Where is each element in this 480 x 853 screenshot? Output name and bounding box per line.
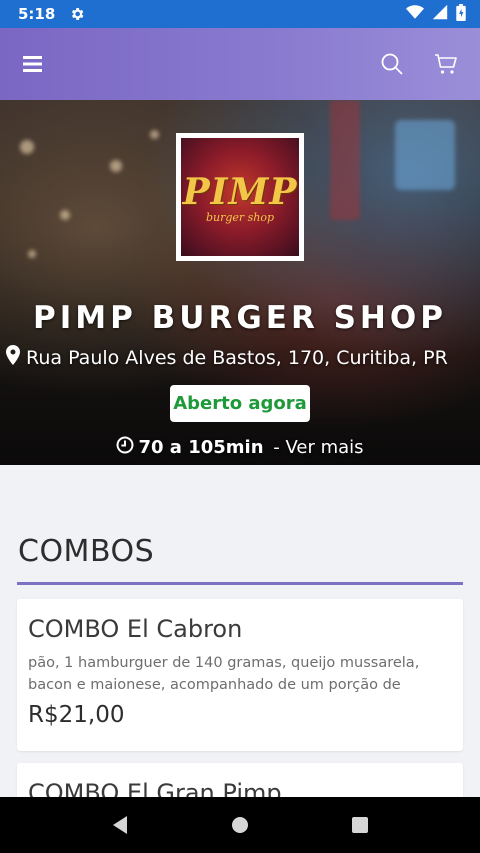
status-bar: 5:18 [0, 0, 480, 28]
search-icon[interactable] [376, 48, 408, 80]
cart-icon[interactable] [430, 48, 462, 80]
status-time: 5:18 [18, 5, 56, 23]
product-name: COMBO El Cabron [28, 615, 243, 643]
background-light [150, 130, 159, 139]
category-divider [17, 582, 463, 585]
delivery-time-value: 70 a 105min [138, 437, 264, 458]
background-light [330, 100, 360, 220]
background-light [60, 210, 70, 220]
menu-icon[interactable] [18, 48, 50, 80]
product-description: pão, 1 hamburguer de 140 gramas, queijo … [28, 655, 420, 693]
signal-icon [432, 4, 448, 24]
logo-subtext: burger shop [205, 210, 275, 224]
recents-icon[interactable] [340, 805, 380, 845]
delivery-time[interactable]: 70 a 105min - Ver mais [0, 436, 480, 459]
product-price: R$21,00 [28, 702, 125, 728]
settings-gear-icon [69, 6, 85, 22]
background-light [20, 140, 34, 154]
restaurant-name: PIMP BURGER SHOP [33, 300, 447, 336]
background-screen [395, 120, 455, 190]
wifi-icon [406, 4, 424, 24]
background-light [110, 160, 122, 172]
logo-text: PIMP [182, 170, 298, 213]
see-more-link[interactable]: - Ver mais [268, 437, 363, 458]
background-light [28, 250, 36, 258]
system-nav-bar [0, 797, 480, 853]
address-text: Rua Paulo Alves de Bastos, 170, Curitiba… [26, 346, 448, 369]
back-icon[interactable] [100, 805, 140, 845]
map-pin-icon [6, 345, 20, 370]
restaurant-logo: PIMP burger shop [176, 133, 304, 261]
open-status-badge[interactable]: Aberto agora [170, 385, 310, 422]
app-bar [0, 28, 480, 100]
clock-icon [116, 436, 134, 459]
battery-icon [456, 3, 466, 25]
product-card[interactable]: COMBO El Cabron pão, 1 hamburguer de 140… [17, 599, 463, 751]
restaurant-address: Rua Paulo Alves de Bastos, 170, Curitiba… [6, 345, 480, 370]
category-title: COMBOS [18, 534, 155, 569]
restaurant-hero: PIMP burger shop PIMP BURGER SHOP Rua Pa… [0, 100, 480, 465]
home-icon[interactable] [220, 805, 260, 845]
